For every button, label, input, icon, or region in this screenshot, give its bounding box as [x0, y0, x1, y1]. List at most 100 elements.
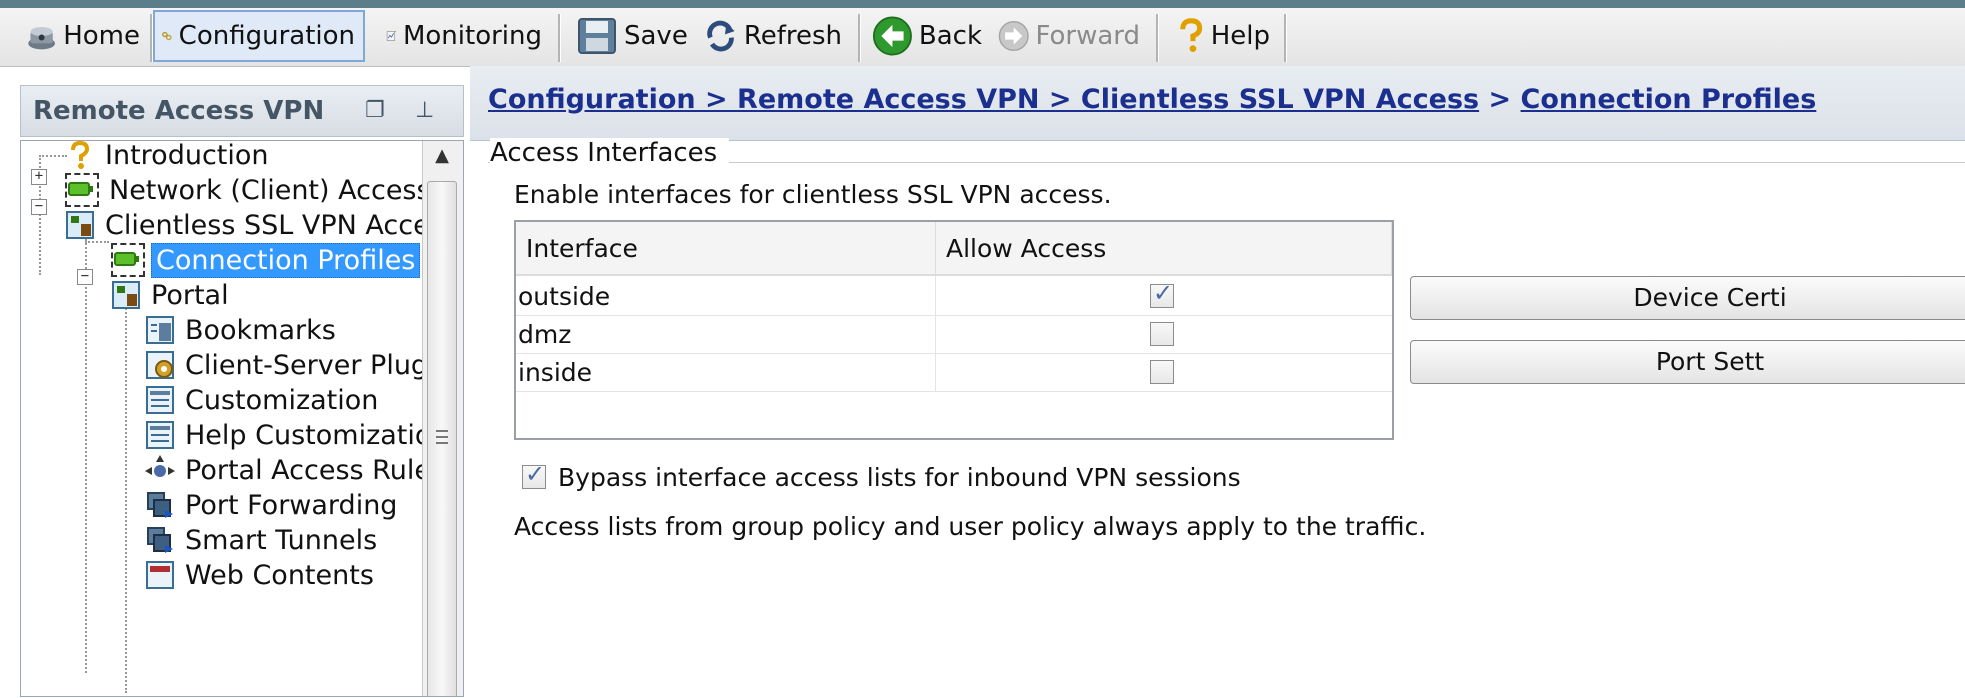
interfaces-table: Interface Allow Access outside dmz insid…: [514, 220, 1394, 440]
breadcrumb-path-link[interactable]: Configuration > Remote Access VPN > Clie…: [488, 84, 1479, 115]
tree-item-help-customization[interactable]: Help Customization: [145, 415, 453, 455]
back-arrow-icon: [872, 16, 912, 56]
left-panel-title: Remote Access VPN: [33, 96, 325, 126]
toolbar-separator: [858, 14, 861, 62]
help-button[interactable]: Help: [1170, 10, 1278, 62]
access-interfaces-title: Access Interfaces: [490, 138, 730, 168]
port-forwarding-icon: [145, 490, 175, 520]
allow-access-checkbox[interactable]: [1150, 279, 1174, 308]
toolbar-separator: [558, 14, 561, 62]
tree-item-portal[interactable]: Portal: [111, 275, 233, 315]
table-row[interactable]: dmz: [516, 316, 1392, 354]
toolbar-separator: [1284, 14, 1287, 62]
connection-icon: [111, 243, 145, 277]
back-button[interactable]: Back: [866, 10, 990, 62]
portal-icon: [111, 280, 141, 310]
breadcrumb: Configuration > Remote Access VPN > Clie…: [488, 74, 1816, 126]
clientless-icon: [65, 210, 95, 240]
tree-item-web-contents[interactable]: Web Contents: [145, 555, 378, 595]
smart-tunnels-icon: [145, 525, 175, 555]
tree-item-port-forwarding[interactable]: Port Forwarding: [145, 485, 401, 525]
table-row[interactable]: inside: [516, 354, 1392, 392]
tree-item-label: Web Contents: [185, 559, 374, 591]
tree-connector: [85, 223, 87, 673]
refresh-label: Refresh: [743, 21, 842, 51]
tree-item-label: Port Forwarding: [185, 489, 398, 521]
gears-icon: [162, 31, 172, 41]
forward-label: Forward: [1035, 21, 1140, 51]
tree-item-label: Portal: [151, 279, 229, 311]
refresh-button[interactable]: Refresh: [698, 10, 850, 62]
bypass-label: Bypass interface access lists for inboun…: [558, 462, 1241, 492]
network-access-icon: [65, 173, 99, 207]
bypass-option[interactable]: Bypass interface access lists for inboun…: [522, 460, 1241, 494]
refresh-icon: [707, 20, 735, 52]
tree-item-bookmarks[interactable]: Bookmarks: [145, 310, 340, 350]
home-label: Home: [63, 21, 140, 51]
tree-item-client-server-plugins[interactable]: Client-Server Plug-ins: [145, 345, 463, 385]
bypass-checkbox[interactable]: [522, 460, 546, 489]
home-button[interactable]: Home: [20, 10, 148, 62]
tree-item-label: Customization: [185, 384, 379, 416]
web-contents-icon: [145, 560, 175, 590]
window-top-strip: [0, 0, 1965, 8]
device-certificate-button[interactable]: Device Certi: [1410, 276, 1965, 320]
tree-item-label: Portal Access Rules: [185, 454, 446, 486]
tree-item-label: Bookmarks: [185, 314, 336, 346]
access-lists-note: Access lists from group policy and user …: [514, 512, 1427, 541]
tree-item-label: Clientless SSL VPN Access: [105, 209, 458, 241]
expand-network-access[interactable]: +: [31, 169, 47, 185]
tree-item-smart-tunnels[interactable]: Smart Tunnels: [145, 520, 381, 560]
tree-item-label: Connection Profiles: [151, 242, 421, 278]
navigation-tree: + − − Introduction Network (Client) Acce…: [20, 140, 464, 697]
tree-item-label: Network (Client) Access: [109, 174, 431, 206]
tree-item-connection-profiles[interactable]: Connection Profiles: [111, 240, 421, 280]
save-button[interactable]: Save: [570, 10, 696, 62]
save-label: Save: [624, 21, 688, 51]
allow-access-checkbox[interactable]: [1150, 360, 1174, 384]
column-header-interface[interactable]: Interface: [516, 222, 936, 276]
forward-button[interactable]: Forward: [992, 10, 1148, 62]
port-settings-button[interactable]: Port Sett: [1410, 340, 1965, 384]
tree-item-network-client-access[interactable]: Network (Client) Access: [65, 170, 435, 210]
breadcrumb-bar: Configuration > Remote Access VPN > Clie…: [470, 66, 1965, 141]
main-toolbar: Home Configuration Monitoring Save Refre…: [0, 8, 1965, 67]
allow-access-checkbox[interactable]: [1150, 322, 1174, 346]
tree-item-clientless-ssl-vpn-access[interactable]: Clientless SSL VPN Access: [65, 205, 462, 245]
save-icon: [578, 18, 616, 54]
toolbar-separator: [1156, 14, 1159, 62]
pin-icon[interactable]: ⊥: [415, 98, 434, 123]
question-icon: [65, 141, 95, 170]
interface-name: outside: [518, 282, 611, 311]
home-icon: [28, 27, 55, 50]
tree-scrollbar[interactable]: ▲: [422, 141, 463, 696]
collapse-clientless[interactable]: −: [31, 199, 47, 215]
tree-item-customization[interactable]: Customization: [145, 380, 382, 420]
back-label: Back: [918, 21, 982, 51]
scroll-grip: [436, 436, 448, 438]
column-divider: [935, 276, 936, 392]
help-customization-icon: [145, 420, 175, 450]
bookmarks-icon: [145, 315, 175, 345]
monitoring-icon: [386, 30, 397, 41]
table-row[interactable]: outside: [516, 278, 1392, 316]
scroll-up-arrow-icon[interactable]: ▲: [427, 145, 457, 173]
configuration-button[interactable]: Configuration: [153, 10, 365, 62]
tree-item-label: Smart Tunnels: [185, 524, 378, 556]
breadcrumb-current-link[interactable]: Connection Profiles: [1521, 84, 1817, 115]
tree-item-portal-access-rules[interactable]: Portal Access Rules: [145, 450, 449, 490]
help-icon: [1180, 18, 1203, 53]
column-header-allow-access[interactable]: Allow Access: [936, 222, 1392, 276]
tree-item-label: Introduction: [105, 140, 269, 171]
interface-name: dmz: [518, 320, 572, 349]
breadcrumb-separator: >: [1488, 84, 1512, 115]
configuration-label: Configuration: [178, 21, 355, 51]
access-interfaces-description: Enable interfaces for clientless SSL VPN…: [514, 180, 1112, 209]
scroll-grip: [436, 430, 448, 432]
tree-item-label: Help Customization: [185, 419, 449, 451]
restore-window-icon[interactable]: ❐: [365, 98, 385, 123]
collapse-portal[interactable]: −: [77, 269, 93, 285]
monitoring-button[interactable]: Monitoring: [380, 10, 550, 62]
scroll-thumb[interactable]: [427, 181, 457, 696]
forward-arrow-icon: [998, 20, 1029, 52]
